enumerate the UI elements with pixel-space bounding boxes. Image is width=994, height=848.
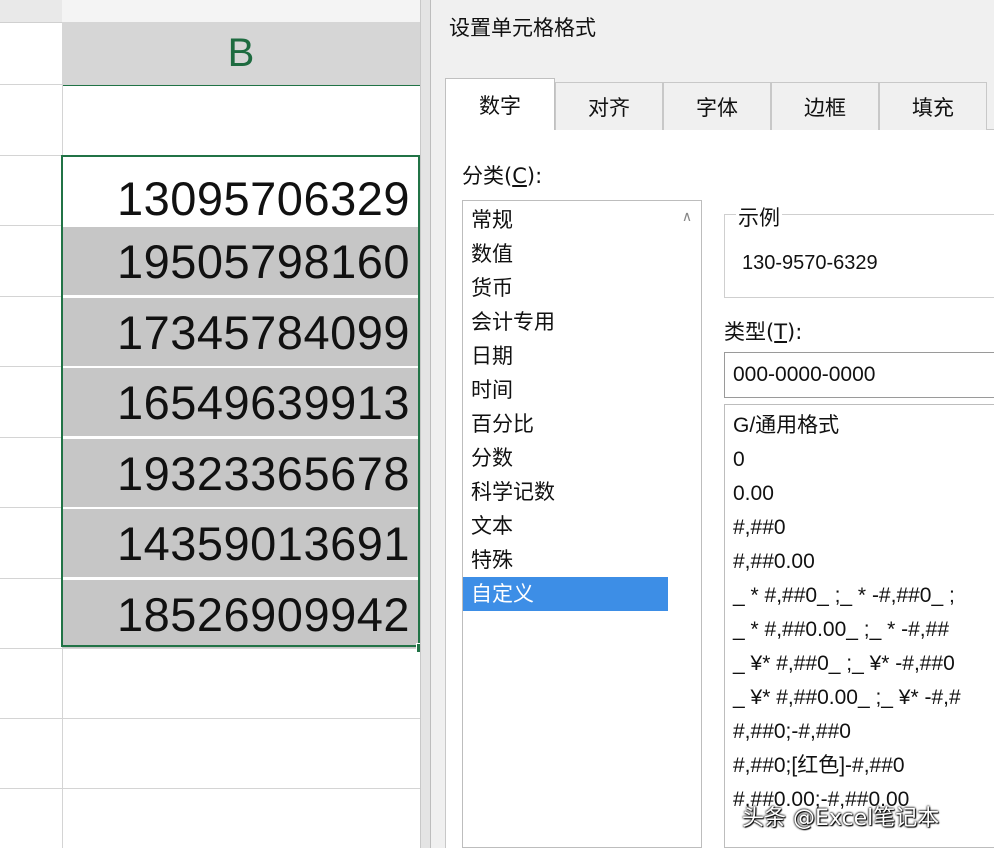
- category-item[interactable]: 会计专用: [463, 305, 668, 339]
- tab-number[interactable]: 数字: [445, 78, 555, 130]
- category-list[interactable]: 常规 数值 货币 会计专用 日期 时间 百分比 分数 科学记数 文本 特殊 自定…: [462, 200, 702, 848]
- watermark: 头条 @Excel笔记本: [742, 806, 940, 831]
- format-item[interactable]: 0: [733, 443, 994, 477]
- category-item[interactable]: 文本: [463, 509, 668, 543]
- format-item[interactable]: #,##0;[红色]-#,##0: [733, 749, 994, 783]
- category-item-selected[interactable]: 自定义: [463, 577, 668, 611]
- dialog-title: 设置单元格格式: [449, 16, 596, 40]
- format-item[interactable]: G/通用格式: [733, 409, 994, 443]
- format-item[interactable]: 0.00: [733, 477, 994, 511]
- scroll-up-icon[interactable]: ∧: [677, 207, 697, 227]
- format-code-list[interactable]: G/通用格式 0 0.00 #,##0 #,##0.00 _ * #,##0_ …: [724, 404, 994, 848]
- category-item[interactable]: 常规: [463, 203, 668, 237]
- format-item[interactable]: #,##0: [733, 511, 994, 545]
- category-item[interactable]: 货币: [463, 271, 668, 305]
- column-strip: [0, 0, 62, 23]
- selection-border: [61, 155, 420, 647]
- category-label: 分类(C):: [462, 164, 543, 188]
- tab-border[interactable]: 边框: [771, 82, 879, 130]
- category-item[interactable]: 百分比: [463, 407, 668, 441]
- type-input[interactable]: [724, 352, 994, 398]
- format-item[interactable]: _ ¥* #,##0.00_ ;_ ¥* -#,#: [733, 681, 994, 715]
- tab-bar: 数字 对齐 字体 边框 填充: [445, 78, 987, 130]
- tab-font[interactable]: 字体: [663, 82, 771, 130]
- format-item[interactable]: #,##0.00: [733, 545, 994, 579]
- column-strip: [62, 0, 420, 23]
- sample-value: 130-9570-6329: [742, 252, 878, 274]
- tab-fill[interactable]: 填充: [879, 82, 987, 130]
- category-item[interactable]: 分数: [463, 441, 668, 475]
- category-item[interactable]: 时间: [463, 373, 668, 407]
- spreadsheet-area: B 13095706329 19505798160 17345784099 16…: [0, 0, 430, 848]
- column-header-b[interactable]: B: [62, 22, 420, 86]
- format-item[interactable]: _ ¥* #,##0_ ;_ ¥* -#,##0: [733, 647, 994, 681]
- category-item[interactable]: 科学记数: [463, 475, 668, 509]
- format-item[interactable]: _ * #,##0.00_ ;_ * -#,##: [733, 613, 994, 647]
- sheet-edge: [420, 0, 430, 848]
- category-item[interactable]: 特殊: [463, 543, 668, 577]
- category-item[interactable]: 日期: [463, 339, 668, 373]
- tab-alignment[interactable]: 对齐: [555, 82, 663, 130]
- format-item[interactable]: _ * #,##0_ ;_ * -#,##0_ ;: [733, 579, 994, 613]
- type-label: 类型(T):: [724, 320, 803, 344]
- format-item[interactable]: #,##0;-#,##0: [733, 715, 994, 749]
- sample-label: 示例: [736, 202, 782, 232]
- category-item[interactable]: 数值: [463, 237, 668, 271]
